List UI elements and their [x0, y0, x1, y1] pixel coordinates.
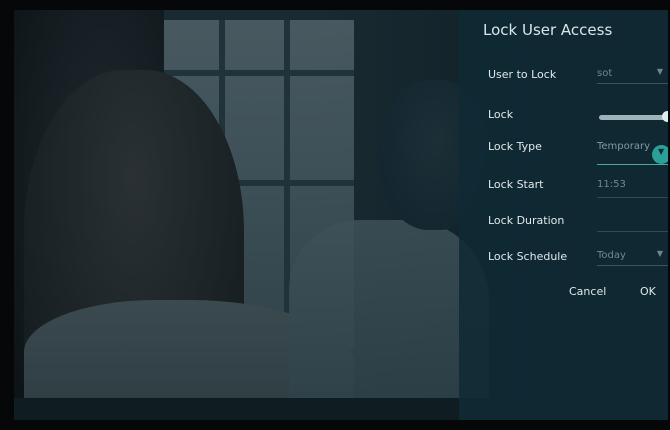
lock-start-label: Lock Start [488, 178, 544, 191]
lock-start-underline [597, 197, 668, 198]
video-screen: Lock User Access User to Lock sot ▼ Lock… [14, 10, 668, 420]
user-to-lock-label: User to Lock [488, 68, 557, 81]
lock-type-label: Lock Type [488, 140, 542, 153]
lock-type-underline [597, 164, 668, 165]
lock-start-value[interactable]: 11:53 [597, 179, 626, 190]
lock-type-value[interactable]: Temporary [597, 141, 650, 152]
user-to-lock-value: sot [597, 68, 613, 79]
cancel-button[interactable]: Cancel [569, 285, 606, 298]
lock-user-access-panel: Lock User Access User to Lock sot ▼ Lock… [459, 10, 668, 420]
user-to-lock-dropdown[interactable]: sot ▼ [597, 65, 668, 84]
lock-toggle-track[interactable] [599, 115, 668, 120]
tv-frame: Lock User Access User to Lock sot ▼ Lock… [0, 0, 670, 430]
panel-title: Lock User Access [483, 21, 613, 39]
lock-duration-underline [597, 231, 668, 232]
lock-type-dropdown-button[interactable]: ▼ [652, 145, 668, 164]
lock-schedule-dropdown[interactable]: Today ▼ [597, 247, 668, 266]
window-bar [164, 70, 354, 76]
chevron-down-icon: ▼ [656, 67, 663, 76]
lock-toggle-thumb[interactable] [662, 111, 668, 122]
lock-schedule-value: Today [597, 250, 626, 261]
chevron-down-icon: ▼ [658, 147, 665, 156]
chevron-down-icon: ▼ [656, 249, 663, 258]
lock-schedule-label: Lock Schedule [488, 250, 568, 263]
lock-label: Lock [488, 108, 514, 121]
lock-duration-label: Lock Duration [488, 214, 565, 227]
ok-button[interactable]: OK [640, 285, 656, 298]
